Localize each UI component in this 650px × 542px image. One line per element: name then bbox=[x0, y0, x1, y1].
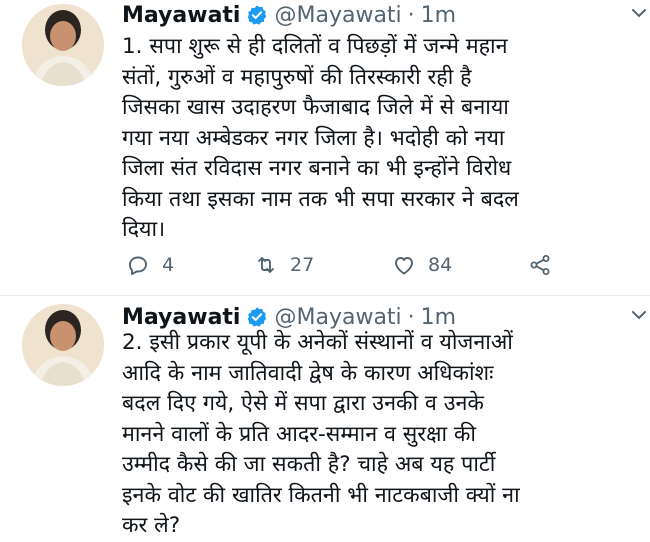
like-count: 84 bbox=[428, 254, 453, 276]
chevron-down-icon[interactable] bbox=[630, 308, 648, 322]
separator-dot: · bbox=[407, 304, 415, 330]
author-handle[interactable]: @Mayawati bbox=[274, 305, 401, 330]
author-name[interactable]: Mayawati bbox=[122, 3, 240, 28]
retweet-icon bbox=[258, 257, 274, 273]
tweet-text: 2. इसी प्रकार यूपी के अनेकों संस्थानों व… bbox=[122, 330, 520, 538]
tweet-1[interactable]: Mayawati @Mayawati · 1m 1. सपा शुरू से ह… bbox=[0, 0, 650, 296]
retweet-button[interactable]: 27 bbox=[254, 253, 392, 277]
tweet-actions: 4 27 84 bbox=[126, 250, 590, 280]
timestamp[interactable]: 1m bbox=[421, 305, 456, 330]
heart-icon bbox=[395, 257, 413, 275]
tweet-header: Mayawati @Mayawati · 1m bbox=[122, 0, 640, 30]
avatar[interactable] bbox=[22, 304, 104, 386]
author-handle[interactable]: @Mayawati bbox=[274, 3, 401, 28]
verified-badge-icon bbox=[246, 4, 268, 26]
retweet-count: 27 bbox=[290, 254, 315, 276]
author-name[interactable]: Mayawati bbox=[122, 305, 240, 330]
share-icon bbox=[530, 255, 550, 275]
separator-dot: · bbox=[407, 2, 415, 28]
chevron-down-icon[interactable] bbox=[630, 6, 648, 20]
timestamp[interactable]: 1m bbox=[421, 3, 456, 28]
avatar[interactable] bbox=[22, 4, 104, 86]
verified-badge-icon bbox=[246, 306, 268, 328]
reply-count: 4 bbox=[162, 254, 175, 276]
tweet-2[interactable]: Mayawati @Mayawati · 1m 2. इसी प्रकार यू… bbox=[0, 296, 650, 540]
reply-button[interactable]: 4 bbox=[126, 253, 254, 277]
tweet-text: 1. सपा शुरू से ही दलितों व पिछड़ों में ज… bbox=[122, 34, 519, 242]
like-button[interactable]: 84 bbox=[392, 253, 528, 277]
reply-icon bbox=[129, 256, 147, 275]
share-button[interactable] bbox=[528, 253, 552, 277]
